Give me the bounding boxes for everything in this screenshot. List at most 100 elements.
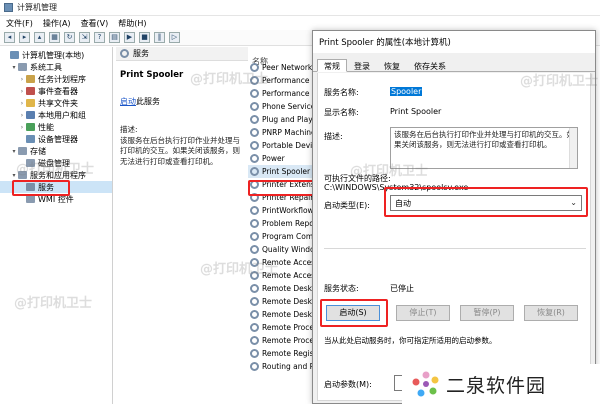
expand-chevron-icon[interactable]: › bbox=[18, 112, 26, 119]
stop-button[interactable]: 停止(T) bbox=[396, 305, 450, 321]
tree-node-icon bbox=[18, 147, 27, 155]
start-service-link-row: 启动此服务 bbox=[116, 80, 248, 107]
service-row[interactable]: Remote Access bbox=[248, 269, 312, 282]
service-row[interactable]: Quality Windows bbox=[248, 243, 312, 256]
service-name: Plug and Play bbox=[262, 115, 312, 124]
tab-recovery[interactable]: 恢复 bbox=[377, 59, 407, 71]
service-row[interactable]: PNRP Machine bbox=[248, 126, 312, 139]
tree-item-label: 计算机管理(本地) bbox=[22, 50, 85, 60]
tree-item[interactable]: 设备管理器 bbox=[0, 133, 112, 145]
menu-action[interactable]: 操作(A) bbox=[43, 18, 71, 29]
help-icon[interactable]: ? bbox=[94, 32, 105, 43]
restart-icon[interactable]: ▷ bbox=[169, 32, 180, 43]
tab-dependencies[interactable]: 依存关系 bbox=[407, 59, 453, 71]
description-scrollbar[interactable] bbox=[569, 128, 577, 168]
service-row[interactable]: Performance Counter bbox=[248, 74, 312, 87]
tree-item-label: 任务计划程序 bbox=[38, 74, 86, 84]
expand-chevron-icon[interactable]: › bbox=[18, 88, 26, 95]
service-row[interactable]: Performance Logs bbox=[248, 87, 312, 100]
tree-item[interactable]: › 任务计划程序 bbox=[0, 73, 112, 85]
tab-general[interactable]: 常规 bbox=[317, 59, 347, 72]
tree-item-label: 性能 bbox=[38, 122, 54, 132]
forward-icon[interactable]: ▸ bbox=[19, 32, 30, 43]
service-row[interactable]: Remote Desktop bbox=[248, 295, 312, 308]
service-row[interactable]: Power bbox=[248, 152, 312, 165]
menu-bar: 文件(F) 操作(A) 查看(V) 帮助(H) bbox=[0, 16, 600, 30]
menu-file[interactable]: 文件(F) bbox=[6, 18, 33, 29]
gear-icon bbox=[250, 219, 259, 228]
back-icon[interactable]: ◂ bbox=[4, 32, 15, 43]
resume-button[interactable]: 恢复(R) bbox=[524, 305, 578, 321]
general-tab-panel: 服务名称: Spooler 显示名称: Print Spooler 描述: 该服… bbox=[317, 73, 591, 401]
service-description: 描述: 该服务在后台执行打印作业并处理与打印机的交互。如果关闭该服务，则无法进行… bbox=[116, 107, 248, 167]
properties-icon[interactable]: ▤ bbox=[109, 32, 120, 43]
dialog-description-box[interactable]: 该服务在后台执行打印作业并处理与打印机的交互。如果关闭该服务，则无法进行打印或查… bbox=[390, 127, 578, 169]
start-service-link[interactable]: 启动 bbox=[120, 97, 136, 106]
show-tree-icon[interactable]: ▦ bbox=[49, 32, 60, 43]
service-row[interactable]: Remote Procedure bbox=[248, 321, 312, 334]
window-title: 计算机管理 bbox=[17, 3, 57, 12]
tree-item[interactable]: ▾ 系统工具 bbox=[0, 61, 112, 73]
gear-icon bbox=[250, 206, 259, 215]
stop-icon[interactable]: ■ bbox=[139, 32, 150, 43]
expand-chevron-icon[interactable]: › bbox=[18, 124, 26, 131]
service-name: Problem Reports bbox=[262, 219, 312, 228]
menu-help[interactable]: 帮助(H) bbox=[118, 18, 146, 29]
gear-icon bbox=[250, 245, 259, 254]
service-row[interactable]: Portable Device bbox=[248, 139, 312, 152]
service-row[interactable]: Print Spooler bbox=[248, 165, 312, 178]
service-name: Remote Access bbox=[262, 271, 312, 280]
up-folder-icon[interactable]: ▴ bbox=[34, 32, 45, 43]
expand-chevron-icon[interactable]: ▾ bbox=[10, 172, 18, 179]
column-header-name[interactable]: 名称 bbox=[248, 47, 312, 66]
tree-item[interactable]: › 事件查看器 bbox=[0, 85, 112, 97]
service-name: Remote Desktop bbox=[262, 310, 312, 319]
service-row[interactable]: Remote Access bbox=[248, 256, 312, 269]
service-status-label: 服务状态: bbox=[324, 284, 359, 293]
service-row[interactable]: Remote Desktop bbox=[248, 282, 312, 295]
play-icon[interactable]: ▶ bbox=[124, 32, 135, 43]
tree-item[interactable]: › 本地用户和组 bbox=[0, 109, 112, 121]
tree-item-label: 存储 bbox=[30, 146, 46, 156]
menu-view[interactable]: 查看(V) bbox=[81, 18, 109, 29]
tree-item[interactable]: 磁盘管理 bbox=[0, 157, 112, 169]
service-row[interactable]: Routing and Remote bbox=[248, 360, 312, 373]
services-icon bbox=[120, 49, 129, 58]
gear-icon bbox=[250, 115, 259, 124]
gear-icon bbox=[250, 323, 259, 332]
tree-item[interactable]: › 性能 bbox=[0, 121, 112, 133]
service-row[interactable]: Program Compat bbox=[248, 230, 312, 243]
expand-chevron-icon[interactable]: › bbox=[18, 100, 26, 107]
service-row[interactable]: Phone Service bbox=[248, 100, 312, 113]
service-row[interactable]: Remote Registry bbox=[248, 347, 312, 360]
tree-item-label: 共享文件夹 bbox=[38, 98, 78, 108]
dialog-description-text: 该服务在后台执行打印作业并处理与打印机的交互。如果关闭该服务，则无法进行打印或查… bbox=[394, 130, 574, 149]
pause-icon[interactable]: ‖ bbox=[154, 32, 165, 43]
services-list: 名称 Peer Networking Performance Counter Per… bbox=[248, 47, 312, 404]
tree-node-icon bbox=[26, 195, 35, 203]
tree-item[interactable]: 计算机管理(本地) bbox=[0, 49, 112, 61]
dialog-tabs: 常规 登录 恢复 依存关系 bbox=[313, 59, 595, 72]
tree-item[interactable]: ▾ 存储 bbox=[0, 145, 112, 157]
expand-chevron-icon[interactable]: › bbox=[18, 76, 26, 83]
tree-item-label: 事件查看器 bbox=[38, 86, 78, 96]
service-row[interactable]: Plug and Play bbox=[248, 113, 312, 126]
logo-text: 二泉软件园 bbox=[446, 374, 547, 397]
service-name: PNRP Machine bbox=[262, 128, 312, 137]
pane-header-label: 服务 bbox=[133, 49, 149, 58]
pause-button[interactable]: 暂停(P) bbox=[460, 305, 514, 321]
tab-logon[interactable]: 登录 bbox=[347, 59, 377, 71]
service-row[interactable]: Remote Procedure bbox=[248, 334, 312, 347]
expand-chevron-icon[interactable]: ▾ bbox=[10, 148, 18, 155]
service-name-value[interactable]: Spooler bbox=[390, 87, 423, 96]
expand-chevron-icon[interactable]: ▾ bbox=[10, 64, 18, 71]
refresh-icon[interactable]: ↻ bbox=[64, 32, 75, 43]
export-icon[interactable]: ⇲ bbox=[79, 32, 90, 43]
tree-item[interactable]: › 共享文件夹 bbox=[0, 97, 112, 109]
dialog-title: Print Spooler 的属性(本地计算机) bbox=[313, 31, 595, 53]
service-row[interactable]: PrintWorkflow bbox=[248, 204, 312, 217]
service-row[interactable]: Problem Reports bbox=[248, 217, 312, 230]
tree-node-icon bbox=[26, 135, 35, 143]
tree-item-label: 磁盘管理 bbox=[38, 158, 70, 168]
service-row[interactable]: Remote Desktop bbox=[248, 308, 312, 321]
